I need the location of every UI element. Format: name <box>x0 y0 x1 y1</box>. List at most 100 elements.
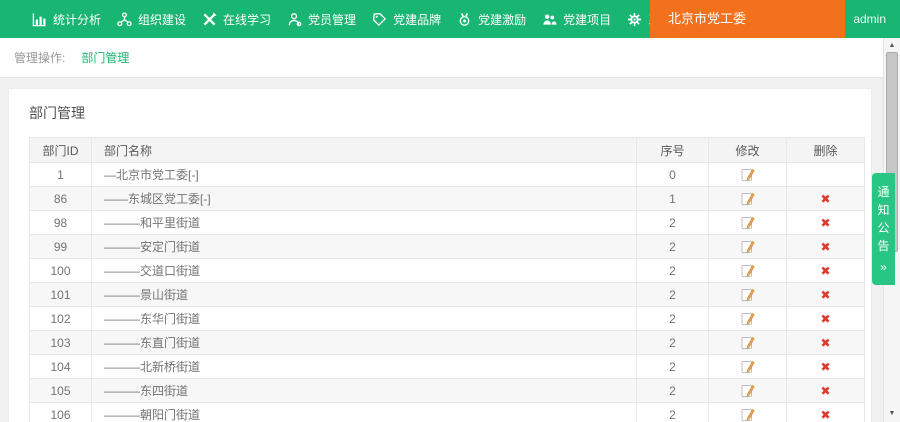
table-row: 104 ———北新桥街道 2 ✖ <box>29 354 865 379</box>
edit-cell <box>708 234 787 259</box>
delete-cell: ✖ <box>786 306 865 331</box>
delete-cell <box>786 162 865 187</box>
dept-seq-cell: 2 <box>636 330 709 355</box>
tag-icon <box>372 12 387 27</box>
scroll-down-arrow[interactable]: ▼ <box>884 408 900 420</box>
dept-seq-cell: 2 <box>636 234 709 259</box>
delete-icon[interactable]: ✖ <box>820 264 830 278</box>
dept-name-cell: ———东四街道 <box>91 378 637 403</box>
nav-item-1[interactable]: 统计分析 <box>24 0 109 38</box>
column-header-5: 删除 <box>786 137 865 163</box>
delete-cell: ✖ <box>786 282 865 307</box>
delete-icon[interactable]: ✖ <box>820 336 830 350</box>
nav-item-7[interactable]: 党建项目 <box>534 0 619 38</box>
delete-cell: ✖ <box>786 354 865 379</box>
notice-tab-char: 公 <box>877 220 890 235</box>
delete-icon[interactable]: ✖ <box>820 408 830 422</box>
edit-icon[interactable] <box>740 407 755 422</box>
dept-id-cell: 98 <box>29 210 92 235</box>
edit-icon[interactable] <box>740 263 755 278</box>
edit-cell <box>708 162 787 187</box>
edit-cell <box>708 330 787 355</box>
nav-item-label: 党员管理 <box>308 12 357 27</box>
delete-icon[interactable]: ✖ <box>820 312 830 326</box>
notice-tab-char: 知 <box>877 202 890 217</box>
nav-item-5[interactable]: 党建品牌 <box>364 0 449 38</box>
delete-cell: ✖ <box>786 234 865 259</box>
edit-cell <box>708 258 787 283</box>
edit-icon[interactable] <box>740 191 755 206</box>
delete-icon[interactable]: ✖ <box>820 240 830 254</box>
table-row: 100 ———交道口街道 2 ✖ <box>29 258 865 283</box>
user-menu[interactable]: admin <box>853 0 886 38</box>
nav-item-3[interactable]: 在线学习 <box>194 0 279 38</box>
nav-item-label: 统计分析 <box>53 12 102 27</box>
breadcrumb-current-link[interactable]: 部门管理 <box>81 49 129 66</box>
nav-item-label: 党建激励 <box>478 12 527 27</box>
dept-name-cell: ———东华门街道 <box>91 306 637 331</box>
nav-item-6[interactable]: 党建激励 <box>449 0 534 38</box>
edit-cell <box>708 210 787 235</box>
delete-icon[interactable]: ✖ <box>820 384 830 398</box>
edit-icon[interactable] <box>740 239 755 254</box>
main-area: 部门管理 部门ID 部门名称 序号 修改 删除 1 —北京市党工委[-] 0 86 ——东城区党… <box>0 79 900 422</box>
dept-seq-cell: 2 <box>636 258 709 283</box>
edit-icon[interactable] <box>740 383 755 398</box>
dept-seq-cell: 2 <box>636 282 709 307</box>
edit-cell <box>708 378 787 403</box>
edit-icon[interactable] <box>740 287 755 302</box>
bar-chart-icon <box>32 12 47 27</box>
edit-icon[interactable] <box>740 215 755 230</box>
dept-seq-cell: 2 <box>636 402 709 422</box>
nav-item-label: 党建项目 <box>563 12 612 27</box>
dept-id-cell: 1 <box>29 162 92 187</box>
dept-id-cell: 106 <box>29 402 92 422</box>
edit-icon[interactable] <box>740 335 755 350</box>
department-table: 部门ID 部门名称 序号 修改 删除 1 —北京市党工委[-] 0 86 ——东城区党工委[-]… <box>29 137 865 422</box>
edit-cell <box>708 402 787 422</box>
nav-menu: 统计分析组织建设在线学习党员管理党建品牌党建激励党建项目系统管理 <box>0 0 704 38</box>
table-row: 105 ———东四街道 2 ✖ <box>29 378 865 403</box>
column-header-3: 序号 <box>636 137 709 163</box>
edit-cell <box>708 186 787 211</box>
medal-icon <box>457 12 472 27</box>
column-header-2: 部门名称 <box>91 137 637 163</box>
team-icon <box>542 12 557 27</box>
delete-icon[interactable]: ✖ <box>820 216 830 230</box>
dept-name-cell: ———交道口街道 <box>91 258 637 283</box>
delete-cell: ✖ <box>786 378 865 403</box>
dept-id-cell: 103 <box>29 330 92 355</box>
crossed-pencils-icon <box>202 12 217 27</box>
delete-icon[interactable]: ✖ <box>820 288 830 302</box>
gear-icon <box>627 12 642 27</box>
scroll-up-arrow[interactable]: ▲ <box>884 40 900 52</box>
dept-seq-cell: 2 <box>636 306 709 331</box>
member-icon <box>287 12 302 27</box>
delete-icon[interactable]: ✖ <box>820 192 830 206</box>
dept-name-cell: ———东直门街道 <box>91 330 637 355</box>
nav-item-4[interactable]: 党员管理 <box>279 0 364 38</box>
dept-id-cell: 86 <box>29 186 92 211</box>
dept-id-cell: 104 <box>29 354 92 379</box>
page-title: 部门管理 <box>29 105 85 121</box>
column-header-4: 修改 <box>708 137 787 163</box>
dept-seq-cell: 1 <box>636 186 709 211</box>
delete-cell: ✖ <box>786 330 865 355</box>
delete-cell: ✖ <box>786 402 865 422</box>
table-row: 98 ———和平里街道 2 ✖ <box>29 210 865 235</box>
edit-cell <box>708 354 787 379</box>
dept-name-cell: ———朝阳门街道 <box>91 402 637 422</box>
table-row: 102 ———东华门街道 2 ✖ <box>29 306 865 331</box>
dept-id-cell: 99 <box>29 234 92 259</box>
edit-icon[interactable] <box>740 359 755 374</box>
delete-icon[interactable]: ✖ <box>820 360 830 374</box>
nav-item-label: 组织建设 <box>138 12 187 27</box>
dept-seq-cell: 2 <box>636 354 709 379</box>
breadcrumb-label: 管理操作: <box>14 51 66 65</box>
edit-icon[interactable] <box>740 311 755 326</box>
nav-item-2[interactable]: 组织建设 <box>109 0 194 38</box>
edit-cell <box>708 282 787 307</box>
notice-tab[interactable]: 通知公告 » <box>872 173 895 285</box>
table-row: 106 ———朝阳门街道 2 ✖ <box>29 402 865 422</box>
edit-icon[interactable] <box>740 167 755 182</box>
